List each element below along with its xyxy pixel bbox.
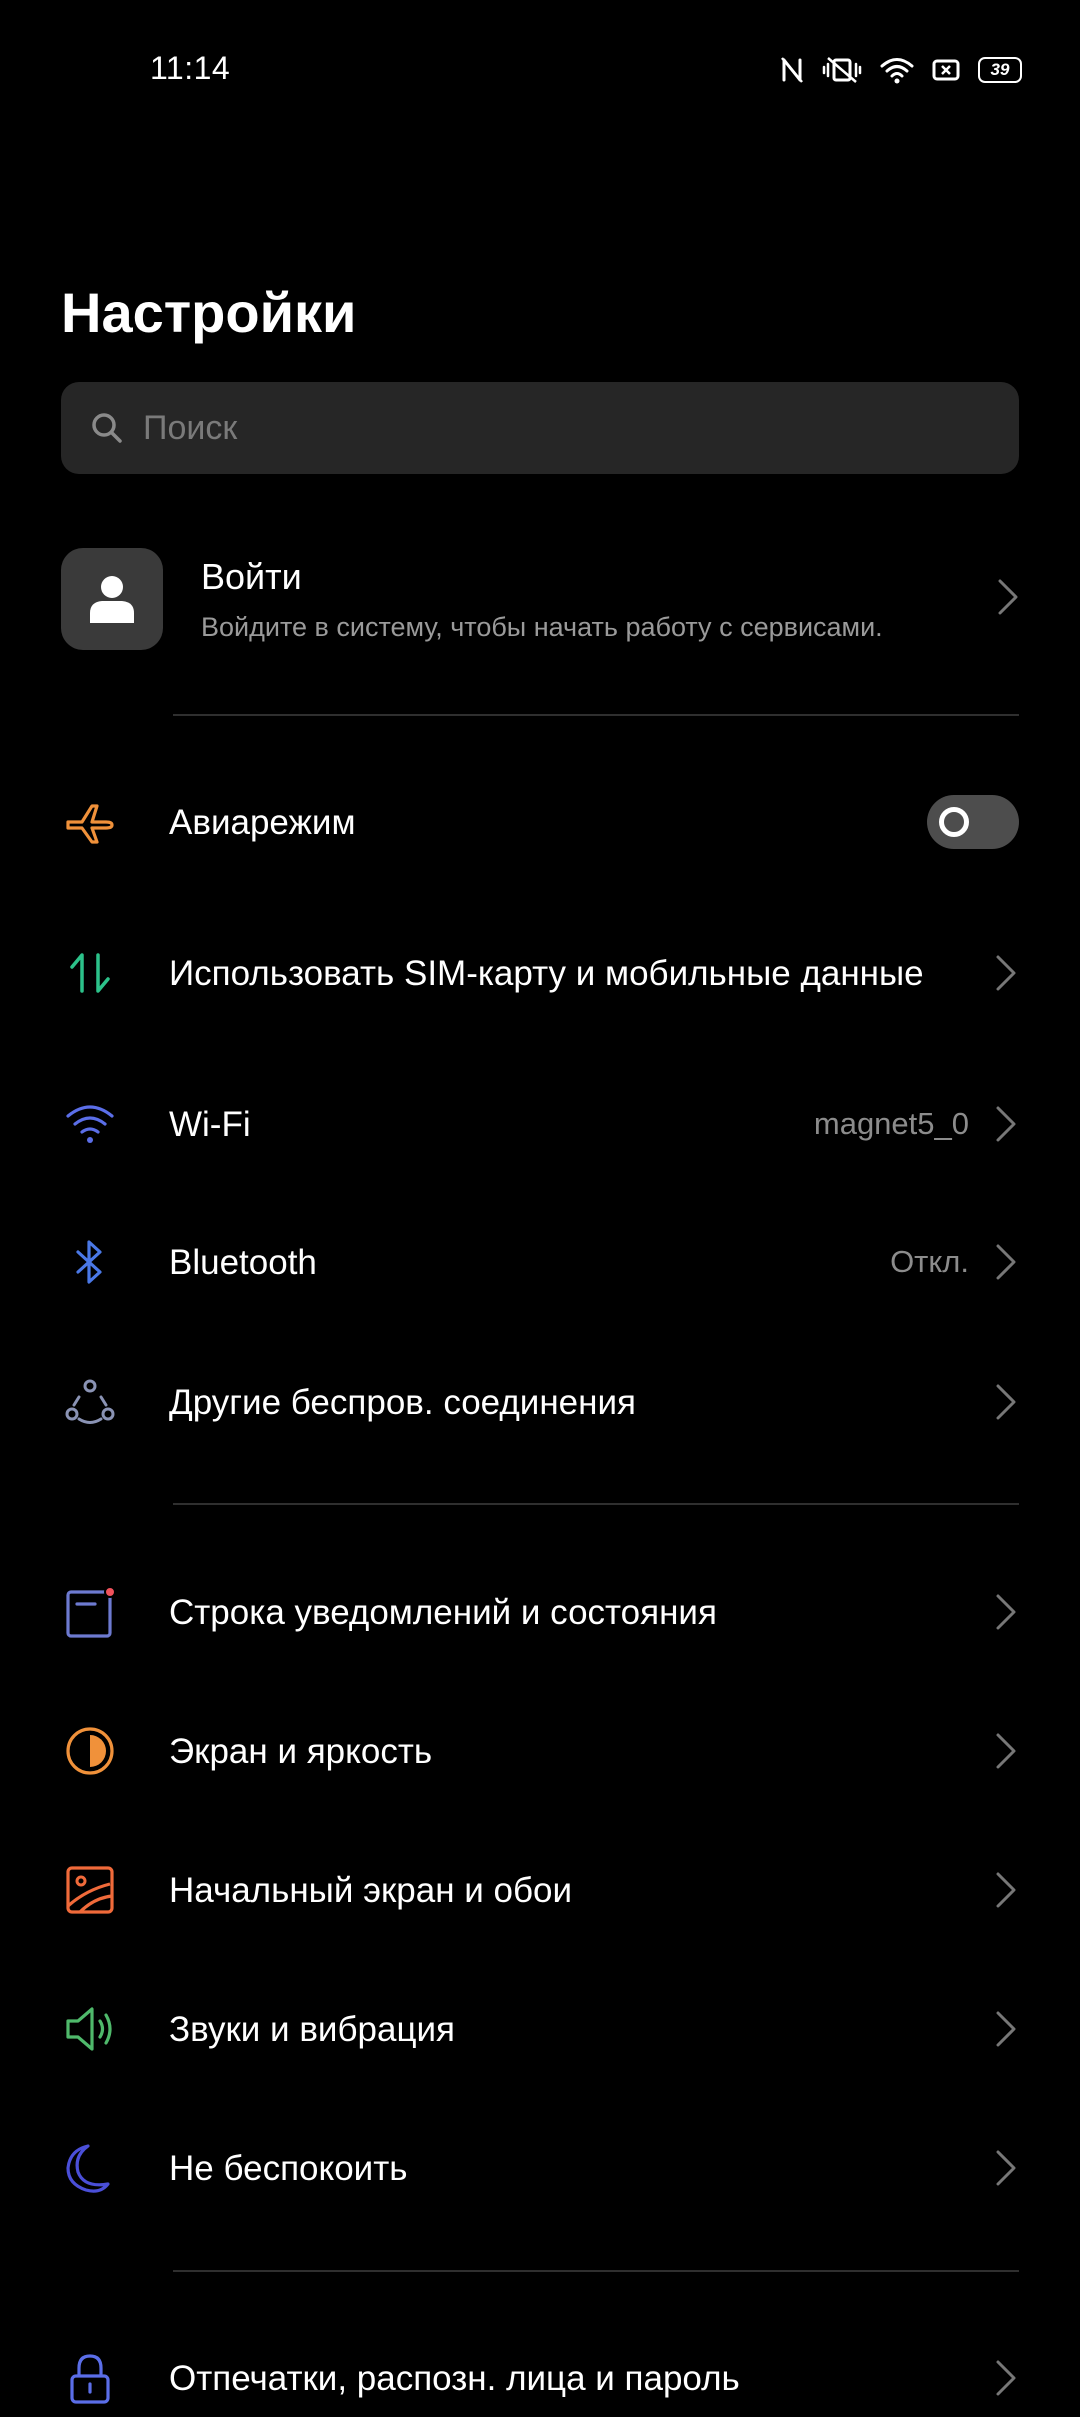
dnd-label: Не беспокоить [169, 2148, 408, 2188]
status-bar: 11:14 39 [0, 0, 1080, 140]
bluetooth-label: Bluetooth [169, 1242, 317, 1282]
search-icon [89, 410, 125, 446]
notifications-label: Строка уведомлений и состояния [169, 1592, 717, 1632]
page-title: Настройки [61, 281, 357, 344]
chevron-right-icon [993, 2009, 1019, 2049]
chevron-right-icon [993, 1870, 1019, 1910]
connections-icon [51, 1363, 129, 1441]
settings-item-sounds[interactable]: Звуки и вибрация [61, 1991, 1019, 2067]
wifi-signal-icon [880, 56, 914, 84]
avatar [61, 548, 163, 650]
security-label: Отпечатки, распозн. лица и пароль [169, 2358, 740, 2398]
settings-item-sim[interactable]: Использовать SIM-карту и мобильные данны… [61, 924, 1019, 1022]
sim-label: Использовать SIM-карту и мобильные данны… [169, 953, 924, 993]
home-screen-label: Начальный экран и обои [169, 1870, 573, 1910]
wallpaper-icon [51, 1851, 129, 1929]
vibrate-off-icon [822, 56, 862, 84]
settings-item-bluetooth[interactable]: Bluetooth Откл. [61, 1224, 1019, 1300]
brightness-icon [51, 1712, 129, 1790]
chevron-right-icon [993, 1731, 1019, 1771]
chevron-right-icon [993, 1592, 1019, 1632]
section-divider [173, 2270, 1019, 2272]
account-title: Войти [201, 555, 302, 597]
chevron-right-icon [993, 2358, 1019, 2398]
speaker-icon [51, 1990, 129, 2068]
airplane-label: Авиарежим [169, 802, 356, 842]
settings-item-notifications[interactable]: Строка уведомлений и состояния [61, 1574, 1019, 1650]
toggle-knob [939, 807, 969, 837]
chevron-right-icon [993, 1104, 1019, 1144]
section-divider [173, 714, 1019, 716]
status-icons: 39 [780, 52, 1022, 88]
settings-item-airplane[interactable]: Авиарежим [61, 784, 1019, 860]
account-subtitle: Войдите в систему, чтобы начать работу с… [201, 611, 883, 642]
lock-icon [51, 2339, 129, 2417]
nfc-icon [780, 56, 804, 84]
battery-icon: 39 [978, 57, 1022, 83]
settings-item-other-wireless[interactable]: Другие беспров. соединения [61, 1364, 1019, 1440]
account-sign-in-row[interactable]: Войти Войдите в систему, чтобы начать ра… [61, 548, 1019, 650]
moon-icon [51, 2129, 129, 2207]
bluetooth-status: Откл. [890, 1244, 969, 1279]
display-label: Экран и яркость [169, 1731, 433, 1771]
wifi-icon [51, 1085, 129, 1163]
settings-item-security[interactable]: Отпечатки, распозн. лица и пароль [61, 2340, 1019, 2416]
chevron-right-icon [993, 953, 1019, 993]
wifi-label: Wi-Fi [169, 1104, 251, 1144]
notification-bar-icon [51, 1573, 129, 1651]
user-icon [90, 576, 134, 623]
section-divider [173, 1503, 1019, 1505]
settings-item-home-screen[interactable]: Начальный экран и обои [61, 1852, 1019, 1928]
wifi-network-name: magnet5_0 [813, 1106, 969, 1141]
chevron-right-icon [997, 578, 1019, 621]
chevron-right-icon [993, 1242, 1019, 1282]
search-bar[interactable] [61, 382, 1019, 474]
airplane-mode-toggle[interactable] [927, 795, 1019, 849]
settings-item-do-not-disturb[interactable]: Не беспокоить [61, 2130, 1019, 2206]
chevron-right-icon [993, 2148, 1019, 2188]
settings-item-wifi[interactable]: Wi-Fi magnet5_0 [61, 1086, 1019, 1162]
search-input[interactable] [141, 407, 965, 449]
chevron-right-icon [993, 1382, 1019, 1422]
mobile-data-icon [51, 934, 129, 1012]
account-text: Войти Войдите в систему, чтобы начать ра… [201, 556, 997, 643]
sim-icon [932, 58, 960, 82]
sounds-label: Звуки и вибрация [169, 2009, 455, 2049]
bluetooth-icon [51, 1223, 129, 1301]
settings-item-display[interactable]: Экран и яркость [61, 1713, 1019, 1789]
status-time: 11:14 [150, 50, 231, 86]
other-wireless-label: Другие беспров. соединения [169, 1382, 636, 1422]
airplane-icon [51, 783, 129, 861]
